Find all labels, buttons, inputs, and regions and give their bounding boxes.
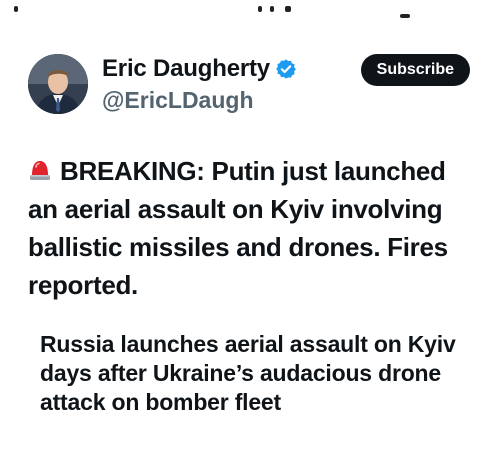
tweet-body: BREAKING: Putin just launched an aerial …: [28, 152, 478, 304]
author-handle[interactable]: @EricLDaugh: [102, 86, 254, 114]
subscribe-button[interactable]: Subscribe: [360, 54, 470, 86]
tweet-header: Eric Daugherty @EricLDaugh Subscribe: [28, 52, 470, 116]
avatar[interactable]: [28, 54, 88, 114]
author-name[interactable]: Eric Daugherty: [102, 54, 270, 84]
verified-badge-icon: [275, 58, 297, 80]
siren-icon: [28, 155, 52, 181]
tweet-text: BREAKING: Putin just launched an aerial …: [28, 156, 448, 300]
author-name-row: Eric Daugherty: [102, 54, 297, 84]
profile-photo: [28, 54, 88, 114]
cropped-top-fragment: [0, 0, 500, 28]
link-card-headline: Russia launches aerial assault on Kyiv d…: [40, 331, 456, 415]
link-card[interactable]: Russia launches aerial assault on Kyiv d…: [40, 330, 480, 417]
